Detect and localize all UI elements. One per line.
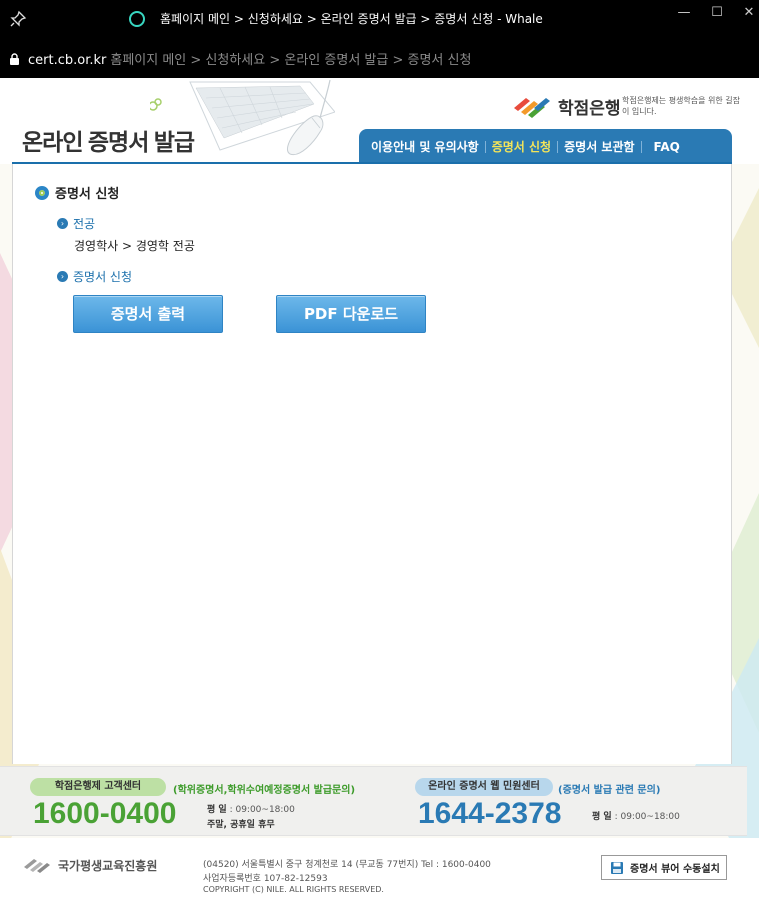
- credit-bank-weekend: 주말, 공휴일 휴무: [207, 817, 275, 830]
- arrow-right-icon: ›: [57, 218, 68, 229]
- apply-heading-text: 증명서 신청: [73, 270, 133, 284]
- pdf-download-button[interactable]: PDF 다운로드: [276, 295, 426, 333]
- section-title: 증명서 신청: [35, 183, 119, 202]
- footer-address: (04520) 서울특별시 중구 청계천로 14 (무교동 77번지) Tel …: [203, 860, 491, 870]
- site-footer: 국가평생교육진흥원 (04520) 서울특별시 중구 청계천로 14 (무교동 …: [0, 838, 759, 909]
- online-cert-phone: 1644-2378: [418, 797, 562, 830]
- loading-icon: [129, 11, 145, 27]
- major-heading-text: 전공: [73, 217, 96, 231]
- lock-icon: [10, 53, 19, 65]
- credit-bank-phone: 1600-0400: [33, 797, 177, 830]
- logo-text: 학점은행: [558, 99, 621, 118]
- bullet-ring-icon: [35, 185, 49, 200]
- minimize-button[interactable]: —: [670, 3, 698, 23]
- arrow-right-icon: ›: [57, 271, 68, 282]
- viewer-install-button[interactable]: 증명서 뷰어 수동설치: [601, 855, 727, 880]
- print-certificate-button[interactable]: 증명서 출력: [73, 295, 223, 333]
- online-cert-hours: 평 일 : 09:00~18:00: [592, 809, 680, 822]
- footer-biz-number: 사업자등록번호 107-82-12593: [203, 874, 328, 884]
- credit-bank-center-label: 학점은행제 고객센터: [30, 778, 166, 796]
- pin-icon[interactable]: [8, 9, 28, 29]
- nile-logo-icon: [24, 859, 50, 873]
- close-button[interactable]: ✕: [735, 3, 759, 23]
- viewer-install-label: 증명서 뷰어 수동설치: [630, 864, 720, 875]
- site-header: 온라인 증명서 발급 학점은행 학점은행제는 평생학습을 위한 길잡이 입니다.…: [0, 78, 759, 164]
- tab-divider: [640, 140, 642, 153]
- nile-logo: 국가평생교육진흥원: [22, 856, 157, 874]
- credit-bank-center-note: (학위증명서,학위수여예정증명서 발급문의): [173, 785, 356, 796]
- org-name: 국가평생교육진흥원: [58, 858, 158, 873]
- floppy-disk-icon: [611, 861, 623, 874]
- customer-center-band: 학점은행제 고객센터 (학위증명서,학위수여예정증명서 발급문의) 1600-0…: [0, 766, 747, 836]
- page: 온라인 증명서 발급 학점은행 학점은행제는 평생학습을 위한 길잡이 입니다.…: [0, 78, 759, 909]
- weekday-hours: : 09:00~18:00: [614, 812, 680, 822]
- content-panel: 증명서 신청 › 전공 경영학사 > 경영학 전공 › 증명서 신청 증명서 출…: [12, 164, 732, 764]
- tab-storage[interactable]: 증명서 보관함: [558, 138, 640, 155]
- footer-copyright: COPYRIGHT (C) NILE. ALL RIGHTS RESERVED.: [203, 885, 384, 894]
- credit-bank-logo[interactable]: 학점은행 학점은행제는 평생학습을 위한 길잡이 입니다.: [512, 91, 742, 121]
- page-title: 온라인 증명서 발급: [22, 129, 195, 155]
- major-heading: › 전공: [57, 215, 95, 232]
- tab-guide[interactable]: 이용안내 및 유의사항: [365, 138, 485, 155]
- weekday-hours: : 09:00~18:00: [229, 805, 295, 815]
- logo-slogan: 학점은행제는 평생학습을 위한 길잡이 입니다.: [622, 96, 741, 116]
- url-path: 홈페이지 메인 > 신청하세요 > 온라인 증명서 발급 > 증명서 신청: [110, 53, 472, 68]
- online-cert-center-label: 온라인 증명서 웹 민원센터: [415, 778, 553, 796]
- url-domain: cert.cb.or.kr: [28, 53, 107, 68]
- weekend-text: 주말, 공휴일 휴무: [207, 820, 275, 830]
- major-value: 경영학사 > 경영학 전공: [74, 239, 195, 253]
- credit-bank-logo-icon: [514, 98, 550, 118]
- window-title: 홈페이지 메인 > 신청하세요 > 온라인 증명서 발급 > 증명서 신청 - …: [160, 12, 543, 26]
- tab-apply[interactable]: 증명서 신청: [486, 138, 557, 155]
- apply-heading: › 증명서 신청: [57, 268, 132, 285]
- section-title-text: 증명서 신청: [55, 187, 120, 202]
- weekday-label: 평 일: [207, 805, 227, 815]
- tab-faq[interactable]: FAQ: [648, 140, 686, 154]
- url-text[interactable]: cert.cb.or.kr 홈페이지 메인 > 신청하세요 > 온라인 증명서 발…: [28, 49, 471, 68]
- window-titlebar: 홈페이지 메인 > 신청하세요 > 온라인 증명서 발급 > 증명서 신청 - …: [0, 0, 759, 38]
- address-bar[interactable]: cert.cb.or.kr 홈페이지 메인 > 신청하세요 > 온라인 증명서 발…: [0, 38, 759, 78]
- nav-tabs: 이용안내 및 유의사항 증명서 신청 증명서 보관함 FAQ: [359, 129, 732, 164]
- credit-bank-hours: 평 일 : 09:00~18:00: [207, 802, 295, 815]
- weekday-label: 평 일: [592, 812, 612, 822]
- maximize-button[interactable]: ☐: [703, 3, 731, 23]
- online-cert-center-note: (증명서 발급 관련 문의): [558, 785, 661, 796]
